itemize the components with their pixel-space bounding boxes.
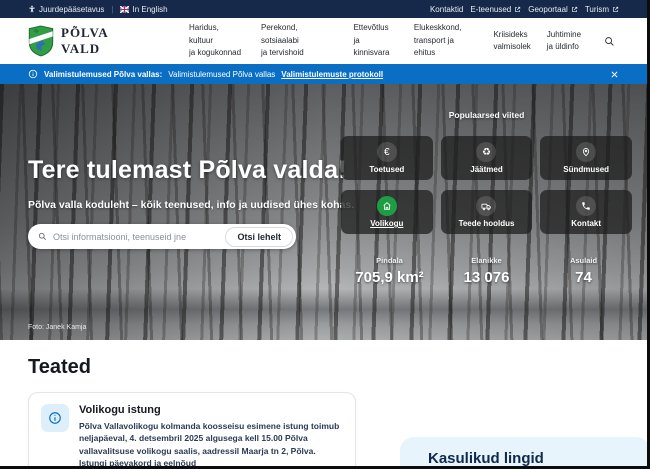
- stat-elanikke: Elanikke 13 076: [438, 256, 535, 286]
- accessibility-label: Juurdepääsetavus: [39, 5, 104, 14]
- language-switch[interactable]: In English: [120, 5, 167, 14]
- accessibility-link[interactable]: Juurdepääsetavus: [28, 5, 104, 14]
- quicklink-tiles: € Toetused ♻ Jäätmed Sündmused Volikogu: [341, 136, 632, 234]
- notice-title: Volikogu istung: [79, 404, 343, 416]
- useful-links-panel: Kasulikud lingid: [400, 437, 650, 469]
- announcement-link[interactable]: Valimistulemuste protokoll: [281, 70, 383, 79]
- topbar-link-kontaktid[interactable]: Kontaktid: [430, 5, 463, 14]
- topbar-link-turism[interactable]: Turism: [585, 5, 619, 14]
- main-nav: Haridus, kultuurja kogukonnad Perekond, …: [189, 22, 581, 59]
- notice-body: Põlva Vallavolikogu kolmanda koosseisu e…: [79, 420, 343, 469]
- photo-credit: Foto: Janek Kamja: [28, 324, 86, 331]
- phone-icon: [576, 196, 596, 216]
- truck-icon: [476, 196, 496, 216]
- nav-haridus[interactable]: Haridus, kultuurja kogukonnad: [189, 22, 245, 59]
- recycle-icon: ♻: [476, 142, 496, 162]
- notice-card[interactable]: Volikogu istung Põlva Vallavolikogu kolm…: [28, 392, 356, 469]
- announcement-text: Valimistulemused Põlva vallas: [168, 70, 275, 79]
- coat-of-arms-icon: [28, 25, 54, 57]
- search-input[interactable]: [47, 232, 225, 242]
- nav-ettevotlus[interactable]: Ettevõtlusja kinnisvara: [353, 22, 397, 59]
- announcement-bar: Valimistulemused Põlva vallas: Valimistu…: [0, 64, 647, 84]
- site-search: Otsi lehelt: [28, 224, 296, 249]
- tile-jaatmed[interactable]: ♻ Jäätmed: [441, 136, 533, 180]
- tile-kontakt[interactable]: Kontakt: [540, 190, 632, 234]
- search-submit-button[interactable]: Otsi lehelt: [225, 227, 293, 247]
- tile-toetused[interactable]: € Toetused: [341, 136, 433, 180]
- page: Juurdepääsetavus | In English Kontaktid …: [0, 0, 650, 469]
- notices-heading: Teated: [28, 356, 91, 379]
- tile-teede-hooldus[interactable]: Teede hooldus: [441, 190, 533, 234]
- site-name: PÕLVA VALD: [61, 25, 151, 57]
- external-link-icon: [612, 6, 619, 13]
- nav-kriisideks[interactable]: Kriisideksvalmisolek: [493, 29, 530, 54]
- hero-subtitle: Põlva valla koduleht – kõik teenused, in…: [28, 199, 354, 211]
- home-icon: [377, 196, 397, 216]
- tile-sundmused[interactable]: Sündmused: [540, 136, 632, 180]
- notice-content: Volikogu istung Põlva Vallavolikogu kolm…: [79, 404, 343, 469]
- info-icon: [28, 69, 38, 79]
- nav-juhtimine[interactable]: Juhtimineja üldinfo: [547, 29, 581, 54]
- quicklinks-heading: Populaarsed viited: [341, 110, 632, 120]
- info-icon: [41, 404, 69, 432]
- search-icon: [38, 232, 47, 241]
- stat-pindala: Pindala 705,9 km²: [341, 256, 438, 286]
- municipality-stats: Pindala 705,9 km² Elanikke 13 076 Asulai…: [341, 256, 632, 286]
- header-search-button[interactable]: [599, 31, 619, 51]
- stat-asulaid: Asulaid 74: [535, 256, 632, 286]
- hero-banner: Tere tulemast Põlva valda! Põlva valla k…: [0, 84, 647, 340]
- search-icon: [604, 36, 615, 47]
- close-icon[interactable]: [610, 70, 619, 79]
- external-link-icon: [571, 6, 578, 13]
- euro-icon: €: [377, 142, 397, 162]
- tile-volikogu[interactable]: Volikogu: [341, 190, 433, 234]
- language-label: In English: [132, 5, 167, 14]
- map-pin-icon: [576, 142, 596, 162]
- announcement-title: Valimistulemused Põlva vallas:: [44, 70, 162, 79]
- divider: |: [111, 5, 113, 14]
- utility-bar: Juurdepääsetavus | In English Kontaktid …: [0, 0, 647, 18]
- uk-flag-icon: [120, 6, 129, 13]
- hero-title: Tere tulemast Põlva valda!: [28, 156, 347, 185]
- topbar-link-geoportaal[interactable]: Geoportaal: [528, 5, 578, 14]
- main-header: PÕLVA VALD Haridus, kultuurja kogukonnad…: [0, 18, 647, 64]
- site-logo[interactable]: PÕLVA VALD: [28, 25, 151, 57]
- topbar-link-eteenused[interactable]: E-teenused: [470, 5, 521, 14]
- nav-elukeskkond[interactable]: Elukeskkond,transport ja ehitus: [414, 22, 478, 59]
- accessibility-icon: [28, 5, 36, 13]
- nav-perekond[interactable]: Perekond, sotsiaalabija tervishoid: [261, 22, 337, 59]
- external-link-icon: [514, 6, 521, 13]
- useful-links-heading: Kasulikud lingid: [428, 450, 650, 467]
